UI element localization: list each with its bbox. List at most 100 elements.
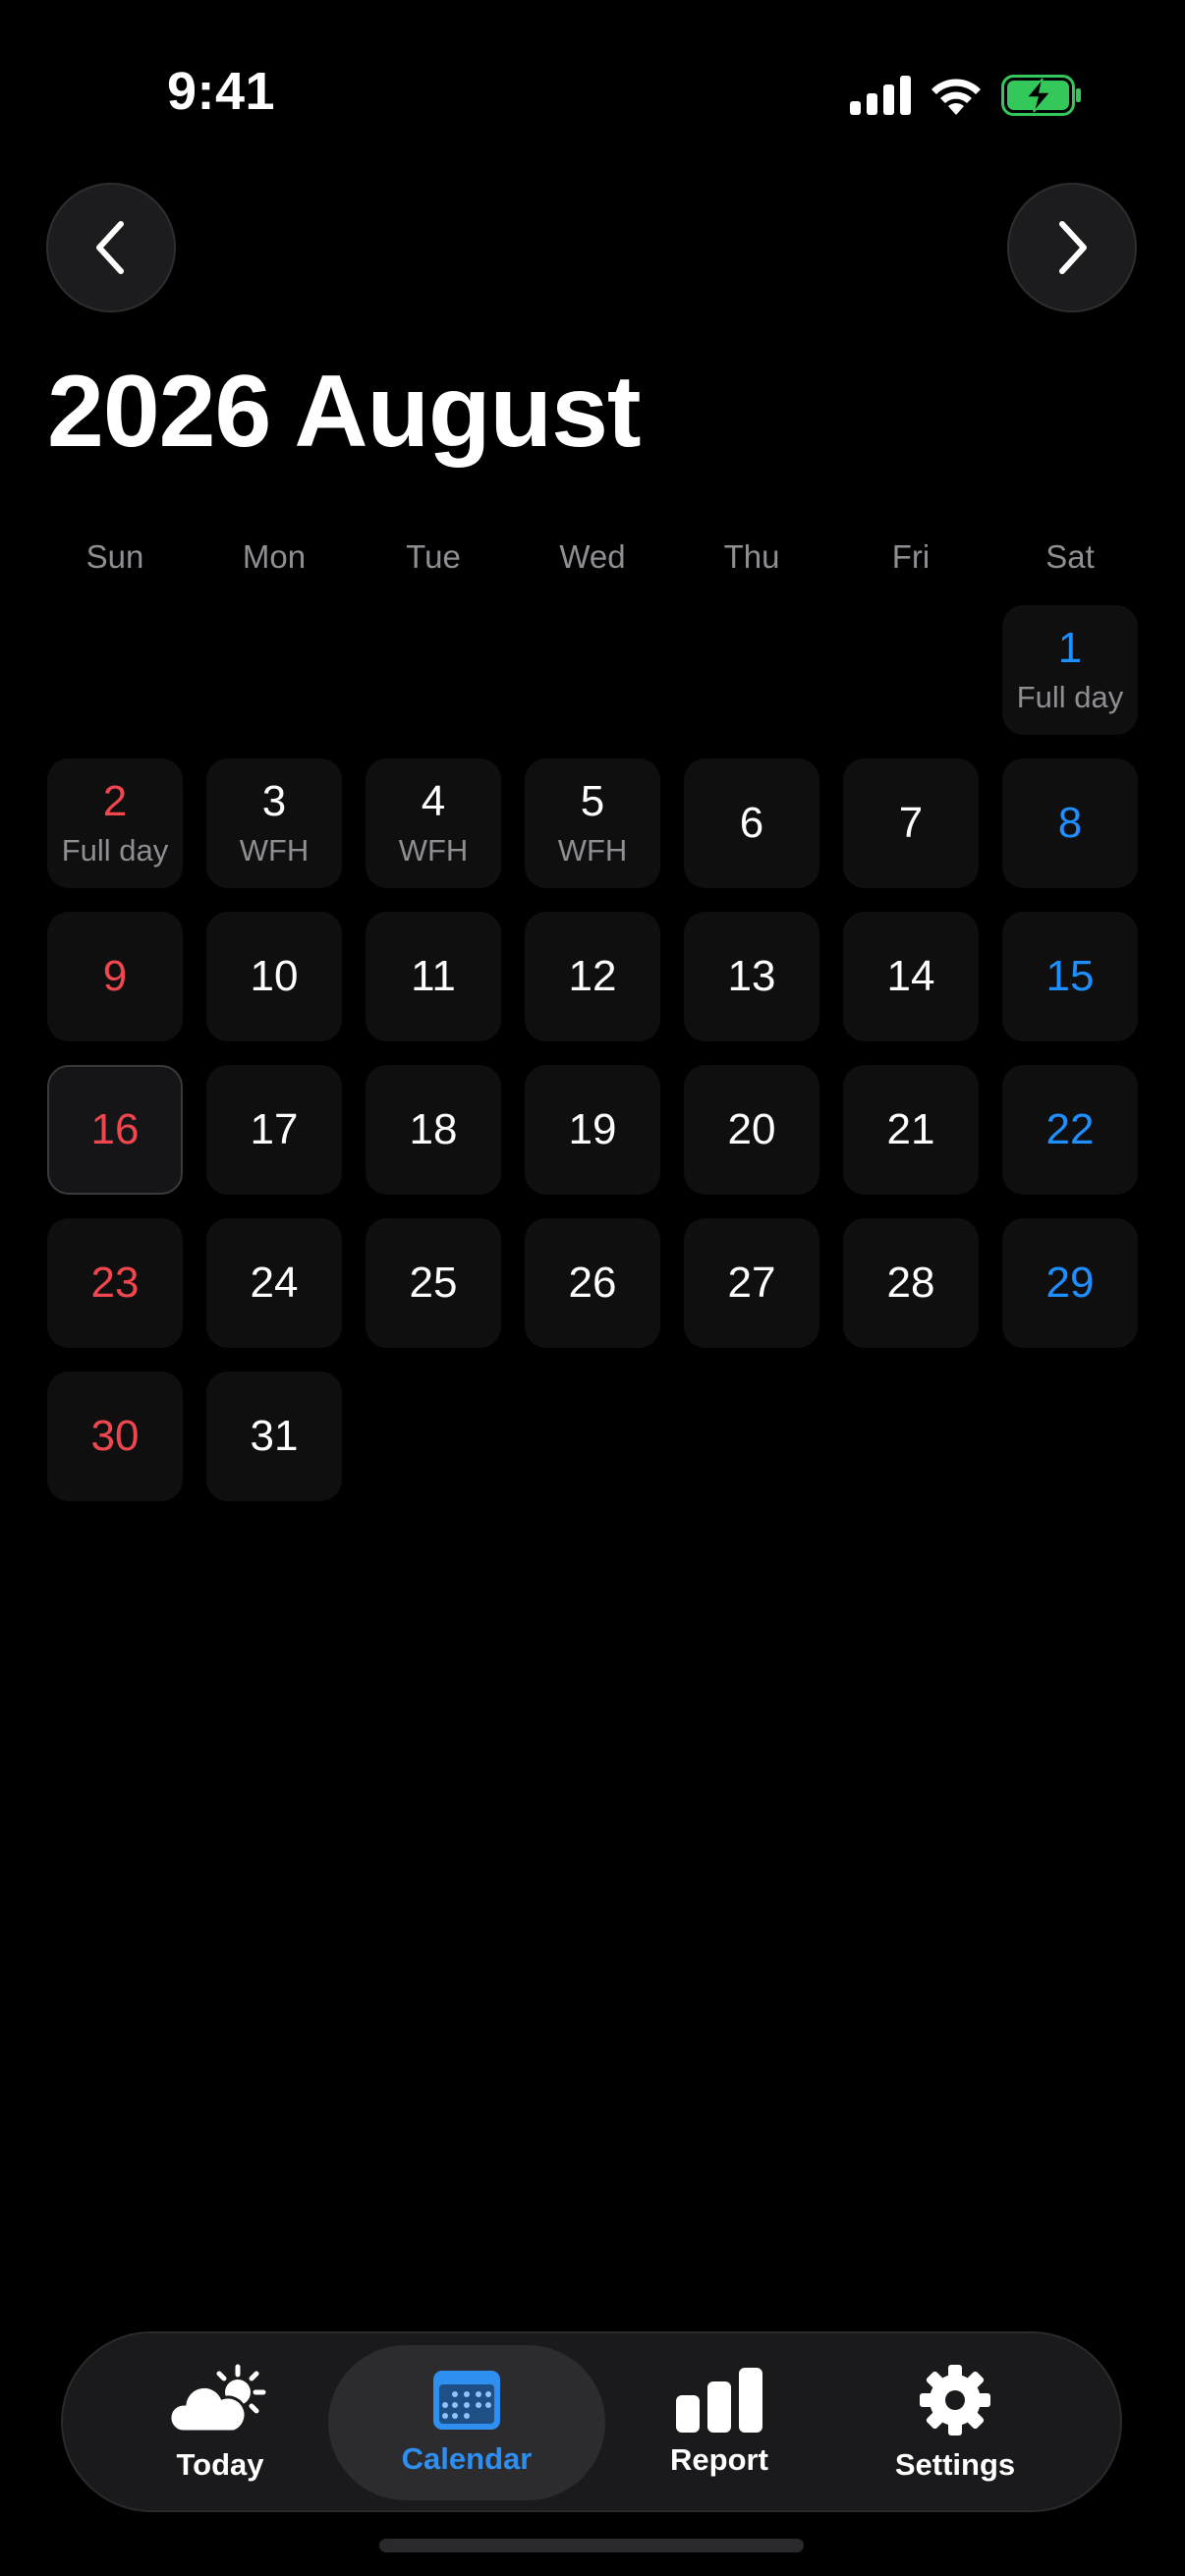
day-number: 5 bbox=[580, 776, 605, 825]
day-cell[interactable]: 25 bbox=[366, 1218, 501, 1348]
weekday-label: Fri bbox=[891, 538, 931, 575]
day-cell[interactable]: 2 Full day bbox=[47, 758, 183, 888]
day-cell[interactable]: 6 bbox=[684, 758, 819, 888]
day-cell[interactable]: 12 bbox=[525, 912, 660, 1041]
weekday-label: Wed bbox=[559, 538, 626, 575]
day-cell[interactable]: 18 bbox=[366, 1065, 501, 1195]
calendar-grid: 1 Full day 2 Full day 3 WFH 4 WFH 5 WFH 6 7 8 9 10 11 12… bbox=[47, 605, 1138, 1501]
day-number: 29 bbox=[1045, 1258, 1095, 1307]
day-number: 11 bbox=[411, 951, 456, 1000]
day-number: 15 bbox=[1045, 951, 1095, 1000]
day-cell[interactable]: 10 bbox=[206, 912, 342, 1041]
weekday-label: Sat bbox=[1045, 538, 1095, 575]
empty-day-cell bbox=[525, 605, 660, 735]
day-note: WFH bbox=[239, 833, 310, 868]
day-cell[interactable]: 20 bbox=[684, 1065, 819, 1195]
day-cell[interactable]: 7 bbox=[843, 758, 979, 888]
empty-day-cell bbox=[843, 605, 979, 735]
battery-icon bbox=[1001, 75, 1081, 116]
weekday-header: Sun Mon Tue Wed Thu Fri Sat bbox=[47, 538, 1138, 576]
day-note: Full day bbox=[61, 833, 169, 868]
day-number: 6 bbox=[739, 798, 764, 847]
tab-bar: Today Calendar Report Settings bbox=[61, 2331, 1122, 2512]
day-number: 21 bbox=[886, 1104, 935, 1153]
day-number: 23 bbox=[90, 1258, 140, 1307]
day-number: 14 bbox=[886, 951, 935, 1000]
day-number: 7 bbox=[898, 798, 924, 847]
day-cell[interactable]: 24 bbox=[206, 1218, 342, 1348]
home-indicator bbox=[379, 2539, 804, 2552]
day-cell[interactable]: 17 bbox=[206, 1065, 342, 1195]
day-number: 8 bbox=[1057, 798, 1083, 847]
day-number: 19 bbox=[568, 1104, 617, 1153]
empty-day-cell bbox=[366, 605, 501, 735]
day-cell[interactable]: 8 bbox=[1002, 758, 1138, 888]
chevron-left-icon bbox=[96, 221, 124, 274]
day-number: 26 bbox=[568, 1258, 617, 1307]
day-cell[interactable]: 27 bbox=[684, 1218, 819, 1348]
day-number: 28 bbox=[886, 1258, 935, 1307]
tab-settings[interactable]: Settings bbox=[849, 2345, 1061, 2500]
tab-report-label: Report bbox=[670, 2442, 768, 2477]
tab-today-label: Today bbox=[176, 2447, 264, 2482]
day-number: 30 bbox=[90, 1411, 140, 1460]
day-cell[interactable]: 15 bbox=[1002, 912, 1138, 1041]
day-number: 4 bbox=[421, 776, 446, 825]
day-cell[interactable]: 16 bbox=[47, 1065, 183, 1195]
tab-calendar[interactable]: Calendar bbox=[328, 2345, 605, 2500]
day-cell[interactable]: 3 WFH bbox=[206, 758, 342, 888]
weekday-label: Thu bbox=[723, 538, 780, 575]
day-number: 10 bbox=[250, 951, 299, 1000]
tab-report[interactable]: Report bbox=[613, 2345, 825, 2500]
tab-today[interactable]: Today bbox=[122, 2345, 318, 2500]
tab-settings-label: Settings bbox=[894, 2447, 1016, 2482]
status-time: 9:41 bbox=[167, 62, 276, 121]
day-number: 27 bbox=[727, 1258, 776, 1307]
day-number: 9 bbox=[102, 951, 128, 1000]
day-cell[interactable]: 1 Full day bbox=[1002, 605, 1138, 735]
calendar-icon bbox=[433, 2371, 500, 2430]
day-number: 13 bbox=[727, 951, 776, 1000]
day-cell[interactable]: 21 bbox=[843, 1065, 979, 1195]
day-cell[interactable]: 14 bbox=[843, 912, 979, 1041]
day-cell[interactable]: 29 bbox=[1002, 1218, 1138, 1348]
day-number: 17 bbox=[250, 1104, 299, 1153]
weekday-label: Sun bbox=[85, 538, 144, 575]
day-number: 20 bbox=[727, 1104, 776, 1153]
day-cell[interactable]: 13 bbox=[684, 912, 819, 1041]
tab-calendar-label: Calendar bbox=[401, 2441, 533, 2476]
weather-icon bbox=[169, 2364, 266, 2434]
day-note: Full day bbox=[1016, 680, 1124, 715]
day-number: 18 bbox=[409, 1104, 458, 1153]
day-number: 12 bbox=[568, 951, 617, 1000]
day-cell[interactable]: 23 bbox=[47, 1218, 183, 1348]
previous-month-button[interactable] bbox=[46, 183, 176, 312]
day-cell[interactable]: 30 bbox=[47, 1372, 183, 1501]
day-number: 22 bbox=[1045, 1104, 1095, 1153]
month-title: 2026 August bbox=[47, 355, 642, 469]
day-number: 25 bbox=[409, 1258, 458, 1307]
day-note: WFH bbox=[398, 833, 469, 868]
day-cell[interactable]: 26 bbox=[525, 1218, 660, 1348]
empty-day-cell bbox=[206, 605, 342, 735]
day-cell[interactable]: 9 bbox=[47, 912, 183, 1041]
day-cell[interactable]: 11 bbox=[366, 912, 501, 1041]
day-cell[interactable]: 22 bbox=[1002, 1065, 1138, 1195]
signal-icon bbox=[850, 76, 911, 115]
day-cell[interactable]: 31 bbox=[206, 1372, 342, 1501]
day-number: 24 bbox=[250, 1258, 299, 1307]
day-number: 16 bbox=[90, 1104, 140, 1153]
weekday-label: Mon bbox=[242, 538, 307, 575]
empty-day-cell bbox=[47, 605, 183, 735]
day-number: 1 bbox=[1057, 623, 1083, 672]
day-cell[interactable]: 19 bbox=[525, 1065, 660, 1195]
next-month-button[interactable] bbox=[1007, 183, 1137, 312]
empty-day-cell bbox=[684, 605, 819, 735]
day-cell[interactable]: 5 WFH bbox=[525, 758, 660, 888]
day-cell[interactable]: 4 WFH bbox=[366, 758, 501, 888]
chevron-right-icon bbox=[1059, 221, 1087, 274]
day-number: 2 bbox=[102, 776, 128, 825]
day-cell[interactable]: 28 bbox=[843, 1218, 979, 1348]
bar-chart-icon bbox=[676, 2368, 762, 2433]
wifi-icon bbox=[931, 79, 981, 115]
